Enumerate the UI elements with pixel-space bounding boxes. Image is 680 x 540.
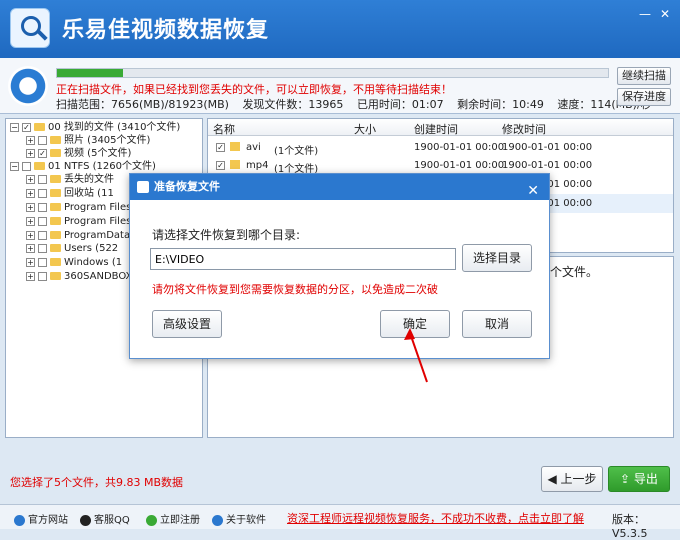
annotation-arrow-icon xyxy=(404,328,428,383)
